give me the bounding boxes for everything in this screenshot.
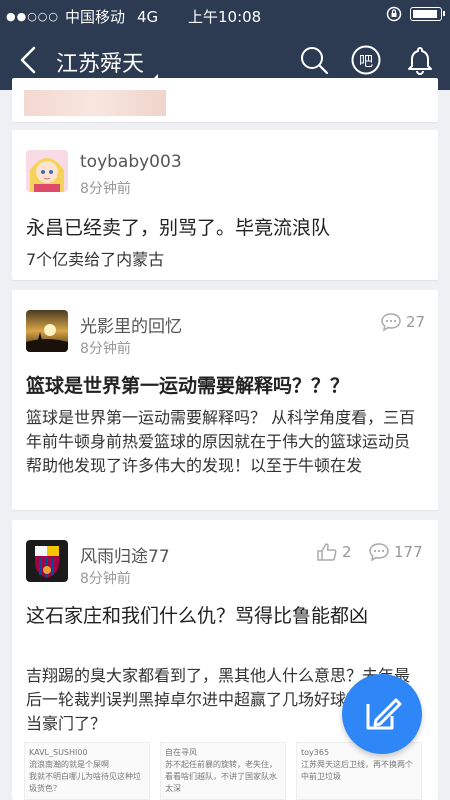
post-card[interactable]: 光影里的回忆 8分钟前 27 篮球是世界第一运动需要解释吗？？？ 篮球是世界第一… [12, 290, 438, 510]
previous-post-image [24, 90, 166, 116]
username[interactable]: toybaby003 [80, 152, 182, 172]
post-body[interactable]: 篮球是世界第一运动需要解释吗？ 从科学角度看，三百年前牛顿身前热爱篮球的原因就在… [26, 406, 424, 478]
network-label: 4G [137, 7, 159, 26]
previous-post-card[interactable] [12, 78, 438, 122]
comment-count[interactable]: 177 [368, 542, 423, 562]
anime-avatar-icon [26, 150, 68, 192]
like-count[interactable]: 2 [316, 542, 352, 562]
forum-bar-button[interactable]: 吧 [350, 44, 382, 76]
thumbnail-user: KAVL_SUSHI00 [29, 748, 88, 757]
comment-count-value: 177 [394, 543, 423, 561]
forum-bar-label: 吧 [359, 54, 373, 70]
image-thumbnail[interactable]: KAVL_SUSHI00 流浪南瀚的就是个屎啊 我就不明白哪儿为啥待见这种垃圾货… [24, 742, 150, 800]
thumbnail-text: 流浪南瀚的就是个屎啊 [29, 760, 109, 769]
forum-title[interactable]: 江苏舜天 [56, 46, 144, 78]
edit-icon [366, 698, 402, 730]
compose-button[interactable] [342, 674, 422, 754]
thumbnail-text: 中前卫垃圾 [301, 772, 341, 781]
post-time: 8分钟前 [80, 181, 131, 197]
avatar[interactable] [26, 150, 68, 192]
status-bar: ●●○○○ 中国移动 4G 上午10:08 [0, 0, 450, 30]
thumbnail-text: 我就不明白哪儿为啥待见这种垃圾货色？ [29, 772, 141, 793]
comment-icon [369, 543, 389, 562]
comment-icon [381, 313, 401, 332]
thumbs-up-icon [317, 543, 337, 561]
username[interactable]: 风雨归途77 [80, 542, 170, 567]
thumbnail-user: 自在寻风 [165, 748, 197, 757]
back-icon[interactable] [14, 44, 44, 76]
carrier-label: 中国移动 [65, 8, 126, 26]
post-body[interactable]: 7个亿卖给了内蒙古 [26, 248, 424, 272]
post-title[interactable]: 永昌已经卖了，别骂了。毕竟流浪队 [26, 214, 424, 242]
search-icon[interactable] [298, 44, 330, 76]
clock: 上午10:08 [188, 8, 262, 26]
comment-count-value: 27 [406, 313, 426, 331]
sunset-avatar-icon [26, 310, 68, 352]
comment-count[interactable]: 27 [380, 312, 425, 332]
post-title[interactable]: 这石家庄和我们什么仇？骂得比鲁能都凶 [26, 602, 424, 630]
post-time: 8分钟前 [80, 571, 131, 587]
thumbnail-text: 江苏舜天这后卫线，再不换两个 [301, 760, 413, 769]
username[interactable]: 光影里的回忆 [80, 312, 182, 337]
fcb-crest-avatar-icon [26, 540, 68, 582]
bell-icon[interactable] [404, 44, 436, 76]
avatar[interactable] [26, 540, 68, 582]
thumbnail-text: 苏不起任前暴的旋转，老失住，看看啥们越队，不讲了国家队水太深 [165, 760, 277, 793]
post-title[interactable]: 篮球是世界第一运动需要解释吗？？？ [26, 372, 424, 400]
signal-strength-icon: ●●○○○ [6, 10, 59, 23]
avatar[interactable] [26, 310, 68, 352]
post-card[interactable]: toybaby003 8分钟前 永昌已经卖了，别骂了。毕竟流浪队 7个亿卖给了内… [12, 130, 438, 280]
like-count-value: 2 [342, 543, 352, 561]
battery-icon [410, 7, 445, 21]
image-thumbnail[interactable]: 自在寻风 苏不起任前暴的旋转，老失住，看看啥们越队，不讲了国家队水太深 [160, 742, 286, 800]
post-time: 8分钟前 [80, 341, 131, 357]
rotation-lock-icon [386, 6, 402, 22]
